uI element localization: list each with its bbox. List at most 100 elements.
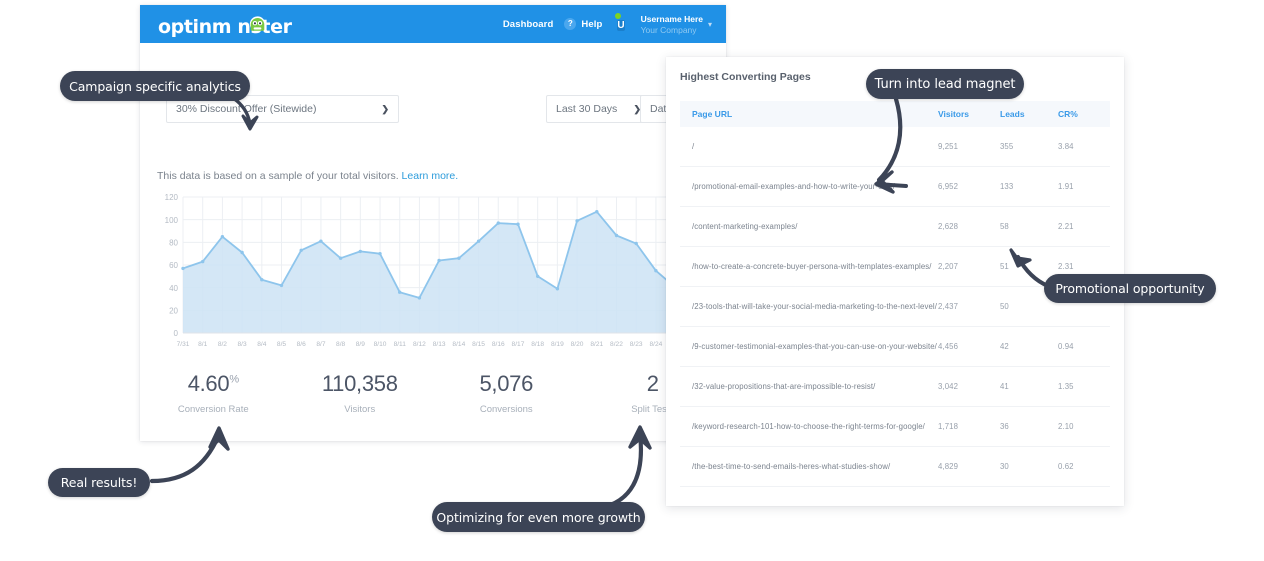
optinmonster-logo[interactable]: optinm nster <box>158 16 292 38</box>
cell-visitors: 2,437 <box>938 302 959 311</box>
cell-page-url: /how-to-create-a-concrete-buyer-persona-… <box>692 262 932 271</box>
x-axis-tick: 8/20 <box>571 341 584 348</box>
chart-data-point[interactable] <box>417 296 422 300</box>
panel-title: Highest Converting Pages <box>680 71 811 83</box>
campaign-select-value: 30% Discount Offer (Sitewide) <box>176 103 317 115</box>
nav-help-link[interactable]: ? Help <box>564 18 602 30</box>
x-axis-tick: 8/4 <box>257 341 266 348</box>
cell-page-url: /23-tools-that-will-take-your-social-med… <box>692 302 937 311</box>
x-axis-tick: 8/7 <box>316 341 325 348</box>
cell-visitors: 6,952 <box>938 182 959 191</box>
column-header-visitors[interactable]: Visitors <box>938 109 1000 119</box>
cell-cr: 2.31 <box>1058 262 1074 271</box>
y-axis-tick: 40 <box>169 284 178 293</box>
table-row[interactable]: /the-best-time-to-send-emails-heres-what… <box>680 447 1110 487</box>
date-range-preset-select[interactable]: Last 30 Days ❯ <box>546 95 651 123</box>
user-menu[interactable]: Username Here Your Company ▾ <box>641 14 712 35</box>
x-axis-tick: 8/14 <box>452 341 465 348</box>
annotation-promotional-opportunity: Promotional opportunity <box>1044 274 1216 303</box>
chart-data-point[interactable] <box>279 283 284 288</box>
cell-cr: 0.94 <box>1058 342 1074 351</box>
table-row[interactable]: /keyword-research-101-how-to-choose-the-… <box>680 407 1110 447</box>
chart-data-point[interactable] <box>398 290 402 294</box>
table-row[interactable]: /content-marketing-examples/2,628 58 2.21 <box>680 207 1110 247</box>
chart-data-point[interactable] <box>260 278 264 282</box>
chart-data-point[interactable] <box>319 239 323 243</box>
cell-cr: 3.84 <box>1058 142 1074 151</box>
x-axis-tick: 7/31 <box>177 341 190 348</box>
chart-data-point[interactable] <box>338 256 343 260</box>
cell-leads: 50 <box>1000 302 1009 311</box>
chart-area-fill <box>183 211 715 333</box>
monster-mascot-icon <box>249 16 266 32</box>
annotation-campaign-analytics: Campaign specific analytics <box>60 71 250 101</box>
chart-data-point[interactable] <box>555 287 560 291</box>
annotation-growth: Optimizing for even more growth <box>432 502 645 532</box>
logo-text: optinm nster <box>158 16 292 38</box>
x-axis-tick: 8/6 <box>297 341 306 348</box>
cell-visitors: 2,207 <box>938 262 959 271</box>
cell-leads: 42 <box>1000 342 1009 351</box>
stat-label: Conversions <box>479 404 533 415</box>
column-header-page-url[interactable]: Page URL <box>680 109 938 119</box>
table-row[interactable]: /9-customer-testimonial-examples-that-yo… <box>680 327 1110 367</box>
table-row[interactable]: /promotional-email-examples-and-how-to-w… <box>680 167 1110 207</box>
cell-visitors: 3,042 <box>938 382 959 391</box>
sample-notice: This data is based on a sample of your t… <box>157 170 458 182</box>
y-axis-tick: 120 <box>165 193 179 202</box>
cell-cr: 1.35 <box>1058 382 1074 391</box>
chart-data-point[interactable] <box>516 222 520 226</box>
cell-visitors: 4,456 <box>938 342 959 351</box>
question-mark-icon: ? <box>564 18 577 30</box>
range-select-value: Last 30 Days <box>556 103 618 115</box>
chart-data-point[interactable] <box>575 219 579 223</box>
stat-label: Visitors <box>344 404 376 415</box>
chart-data-point[interactable] <box>378 252 382 256</box>
chart-data-point[interactable] <box>299 248 303 252</box>
x-axis-tick: 8/10 <box>374 341 387 348</box>
x-axis-tick: 8/23 <box>630 341 643 348</box>
x-axis-tick: 8/21 <box>590 341 603 348</box>
cell-visitors: 1,718 <box>938 422 959 431</box>
x-axis-tick: 8/22 <box>610 341 623 348</box>
avatar[interactable]: U <box>615 12 625 34</box>
cell-leads: 51 <box>1000 262 1009 271</box>
x-axis-tick: 8/24 <box>649 341 662 348</box>
chart-data-point[interactable] <box>614 233 619 238</box>
stat-visitors: 110,358 Visitors <box>287 371 434 433</box>
chevron-down-icon: ❯ <box>381 103 389 114</box>
chart-data-point[interactable] <box>457 256 461 260</box>
chart-data-point[interactable] <box>654 269 658 273</box>
header-nav: Dashboard ? Help U Username Here Your Co… <box>503 5 712 43</box>
cell-visitors: 2,628 <box>938 222 959 231</box>
cell-page-url: /9-customer-testimonial-examples-that-yo… <box>692 342 937 351</box>
x-axis-tick: 8/5 <box>277 341 286 348</box>
app-header: optinm nster Dashboard ? Help U Username… <box>140 5 726 43</box>
nav-dashboard-link[interactable]: Dashboard <box>503 19 554 30</box>
chart-data-point[interactable] <box>536 274 540 278</box>
chart-data-point[interactable] <box>437 258 441 263</box>
chart-data-point[interactable] <box>220 235 225 239</box>
chart-data-point[interactable] <box>201 259 205 264</box>
column-header-leads[interactable]: Leads <box>1000 109 1058 119</box>
chart-data-point[interactable] <box>240 250 244 255</box>
avatar-initial: U <box>617 19 625 31</box>
chart-data-point[interactable] <box>634 241 638 246</box>
chart-data-point[interactable] <box>496 221 500 225</box>
cell-cr: 2.21 <box>1058 222 1074 231</box>
sample-notice-text: This data is based on a sample of your t… <box>157 170 399 182</box>
column-header-cr[interactable]: CR% <box>1058 109 1110 119</box>
chart-data-point[interactable] <box>358 249 362 254</box>
chart-data-point[interactable] <box>476 239 481 243</box>
chart-data-point[interactable] <box>595 210 599 214</box>
username-label: Username Here <box>640 13 703 24</box>
chart-data-point[interactable] <box>181 266 185 271</box>
visitors-area-chart: 0 20 40 60 80 100 120 7/31 8/1 8/2 8/3 8/4 8/5 8/6 8/7… <box>157 191 717 359</box>
learn-more-link[interactable]: Learn more. <box>402 170 459 182</box>
table-row[interactable]: /32-value-propositions-that-are-impossib… <box>680 367 1110 407</box>
cell-page-url: /promotional-email-examples-and-how-to-w… <box>692 182 895 191</box>
table-row[interactable]: / 9,251 355 3.84 <box>680 127 1110 167</box>
cell-leads: 355 <box>1000 142 1014 151</box>
company-label: Your Company <box>640 24 697 35</box>
cell-leads: 58 <box>1000 222 1009 231</box>
